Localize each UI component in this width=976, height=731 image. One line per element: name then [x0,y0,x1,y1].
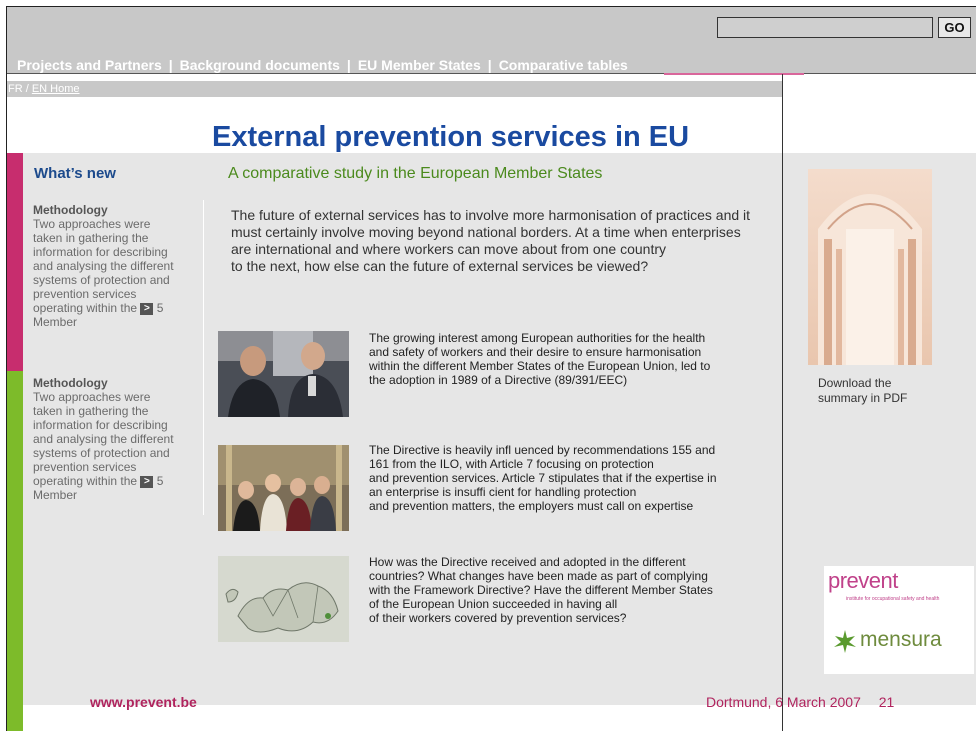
search-input[interactable] [717,17,933,38]
paragraph-1: The growing interest among European auth… [369,331,719,387]
paragraph-text: of their workers covered by prevention s… [369,611,627,625]
paragraph-text: How was the Directive received and adopt… [369,555,708,583]
accent-bar-green [7,371,23,731]
page-number: 21 [878,694,895,710]
mensura-icon [832,628,858,654]
more-arrow-button[interactable]: > [140,302,154,315]
news-heading: Methodology [33,376,108,390]
footer-url[interactable]: www.prevent.be [90,694,197,710]
language-bar: FR / EN Home [7,81,782,97]
footer-date: Dortmund, 6 March 2007 21 [706,694,894,710]
lang-fr[interactable]: FR / [8,83,29,95]
nav-separator: | [168,57,173,73]
column-divider [782,74,783,731]
europe-map-image [218,556,349,642]
nav-separator: | [487,57,492,73]
nav-item-comparative-tables[interactable]: Comparative tables [499,57,628,73]
mensura-logo-text: mensura [860,628,942,651]
download-line: Download the [818,376,892,390]
partner-logos: prevent institute for occupational safet… [824,566,974,674]
more-arrow-button[interactable]: > [140,475,154,488]
intro-text: The future of external services has to i… [231,207,751,275]
nav-item-background[interactable]: Background documents [180,57,340,73]
nav-item-member-states[interactable]: EU Member States [358,57,481,73]
sidebar-news-item: Methodology Two approaches were taken in… [33,376,183,502]
news-heading: Methodology [33,203,108,217]
go-button[interactable]: GO [938,17,971,38]
sidebar-news-item: Methodology Two approaches were taken in… [33,203,183,329]
page-subtitle: A comparative study in the European Memb… [228,165,603,182]
content-separator [203,200,204,515]
paragraph-2: The Directive is heavily infl uenced by … [369,443,719,513]
intro-paragraph: The future of external services has to i… [231,207,751,257]
prevent-tagline: institute for occupational safety and he… [846,596,940,602]
paragraph-text: The growing interest among European auth… [369,331,711,387]
whats-new-title: What’s new [34,165,116,182]
news-text: Two approaches were taken in gathering t… [33,390,174,488]
intro-paragraph: to the next, how else can the future of … [231,258,649,274]
paragraph-text: The Directive is heavily infl uenced by … [369,443,716,471]
download-line: summary in PDF [818,391,908,405]
pdf-cover-image[interactable] [808,169,932,365]
prevent-logo-text: prevent [828,568,898,593]
paragraph-text: and prevention matters, the employers mu… [369,499,694,513]
paragraph-text: with the Framework Directive? Have the d… [369,583,713,611]
main-nav: Projects and Partners | Background documen… [17,57,628,73]
nav-accent-line [664,73,804,75]
lang-en-home-link[interactable]: EN Home [32,83,80,95]
photo-two-men [218,331,349,417]
download-pdf-link[interactable]: Download the summary in PDF [818,376,907,406]
footer-date-text: Dortmund, 6 March 2007 [706,694,861,710]
accent-bar-pink [7,153,23,371]
news-text: Two approaches were taken in gathering t… [33,217,174,315]
nav-separator: | [346,57,351,73]
paragraph-text: and prevention services. Article 7 stipu… [369,471,717,499]
paragraph-3: How was the Directive received and adopt… [369,555,719,625]
nav-item-projects[interactable]: Projects and Partners [17,57,162,73]
page-title: External prevention services in EU [212,121,690,153]
photo-group-women [218,445,349,531]
